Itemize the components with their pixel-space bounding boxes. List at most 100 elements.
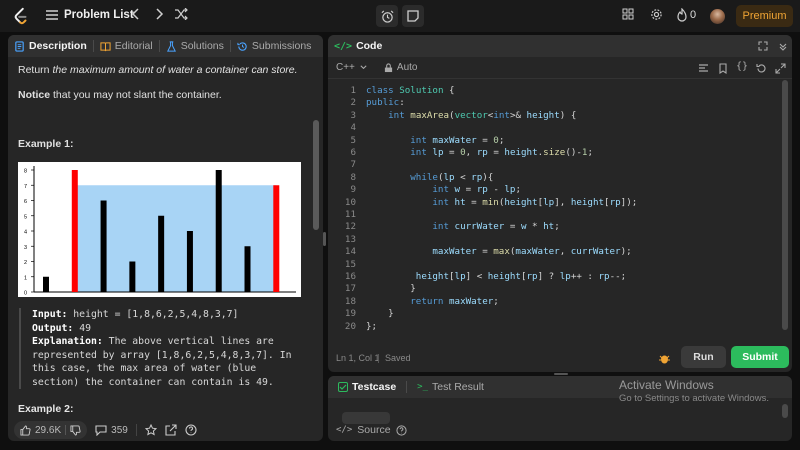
editor-scrollbar[interactable] [782,80,788,330]
code-line[interactable]: } [366,308,394,320]
source-link[interactable]: </> Source [336,424,407,436]
code-line[interactable]: return maxWater; [366,296,499,308]
code-line[interactable]: height[lp] < height[rp] ? lp++ : rp--; [366,271,626,283]
line-number: 15 [344,258,356,270]
line-number: 3 [350,109,356,121]
braces-icon[interactable]: {} [736,61,748,72]
code-line[interactable]: int lp = 0, rp = height.size()-1; [366,147,593,159]
code-line[interactable]: int maxArea(vector<int>& height) { [366,110,576,122]
example-1-chart: 0 1 2 3 4 5 6 7 8 [18,162,301,297]
tab-description[interactable]: Description [8,35,93,57]
input-value: height = [1,8,6,2,5,4,8,3,7] [67,309,239,320]
help-icon[interactable] [395,424,407,436]
book-icon [100,41,111,51]
return-prefix: Return [18,64,53,76]
star-icon[interactable] [144,424,157,436]
line-number: 6 [350,147,356,158]
fullscreen-icon[interactable] [758,41,768,51]
code-editor[interactable]: 1 class Solution {2 public: 3 int maxArea(v… [328,80,792,346]
bookmark-icon[interactable] [718,63,728,74]
thumbs-up-icon[interactable] [20,424,31,436]
cursor-position: Ln 1, Col 1 [336,353,380,363]
bar [186,231,193,292]
tab-divider [406,381,408,393]
code-panel-header: </> Code [328,35,792,57]
panel-splitter-horizontal[interactable] [554,373,568,375]
code-line[interactable]: }; [366,321,377,333]
footer-divider [135,424,137,436]
testcase-scrollbar[interactable] [782,404,788,418]
tab-editorial-label: Editorial [114,40,153,52]
description-scrollbar[interactable] [313,120,319,230]
line-number: 19 [344,308,356,320]
line-number: 18 [344,295,356,307]
code-line[interactable]: class Solution { [366,85,455,97]
bar [100,200,107,292]
code-line[interactable]: } [366,283,416,295]
leetcode-logo-icon[interactable] [12,7,30,25]
tab-submissions[interactable]: Submissions [231,35,318,57]
debug-beetle-icon[interactable] [658,352,671,365]
case-chip-placeholder [342,412,390,424]
user-avatar[interactable] [710,9,725,24]
tab-testcase[interactable]: Testcase [334,376,400,398]
code-line[interactable]: int currWater = w * ht; [366,221,559,233]
line-number: 8 [350,171,356,183]
problem-list-link[interactable]: Problem List [64,9,134,21]
grid-icon[interactable] [620,8,636,24]
line-number: 10 [344,196,356,208]
panel-splitter-vertical[interactable] [323,232,326,246]
expand-editor-icon[interactable] [775,63,786,74]
reset-icon[interactable] [756,63,767,74]
explanation-label: Explanation: [32,336,103,347]
line-number: 7 [350,159,356,171]
collapse-panel-icon[interactable] [778,41,788,51]
format-align-icon[interactable] [698,63,709,74]
code-line[interactable]: while(lp < rp){ [366,172,493,184]
help-icon[interactable] [185,424,197,436]
y-tick-label: 8 [24,169,27,175]
tab-test-result[interactable]: >_ Test Result [413,376,488,398]
status-divider [378,354,379,363]
code-panel: </> Code C++ Auto {} 1 class Solution {2 p… [328,35,792,372]
line-number: 20 [344,320,356,332]
line-number: 11 [344,209,356,220]
chevron-right-icon[interactable] [151,8,167,24]
thumbs-down-icon[interactable] [70,424,81,436]
list-icon[interactable] [44,8,60,24]
y-tick-label: 7 [24,184,27,190]
y-tick-label: 0 [24,291,27,297]
run-button[interactable]: Run [681,346,726,368]
lock-icon [384,62,393,72]
settings-gear-icon[interactable] [648,8,664,24]
share-icon[interactable] [165,424,177,436]
y-tick-label: 3 [24,245,27,251]
line-number: 13 [344,233,356,245]
line-number: 12 [344,221,356,233]
chevron-left-icon[interactable] [128,8,144,24]
source-code-icon: </> [336,425,353,435]
shuffle-icon[interactable] [173,7,189,24]
description-panel: Description Editorial Solutions Submissi… [8,35,323,441]
tab-test-result-label: Test Result [432,381,484,393]
line-number: 4 [350,122,356,134]
streak-flame-icon[interactable] [674,7,690,24]
comment-icon[interactable] [95,424,107,436]
description-tabs: Description Editorial Solutions Submissi… [8,35,323,57]
code-line[interactable]: maxWater = max(maxWater, currWater); [366,246,631,258]
tab-solutions[interactable]: Solutions [160,35,230,57]
line-number: 14 [344,246,356,258]
code-line[interactable]: int w = rp - lp; [366,184,521,196]
bar-highlight [273,185,280,292]
language-select[interactable]: C++ [336,62,368,73]
tab-editorial[interactable]: Editorial [94,35,159,57]
premium-button[interactable]: Premium [736,5,793,27]
notes-button[interactable] [402,5,424,27]
timer-button[interactable] [376,5,398,27]
auto-mode-toggle[interactable]: Auto [384,62,417,73]
submit-button[interactable]: Submit [731,346,789,368]
code-line[interactable]: int ht = min(height[lp], height[rp]); [366,197,637,209]
code-line[interactable]: int maxWater = 0; [366,135,504,147]
return-statement: Return the maximum amount of water a con… [18,63,303,78]
code-line[interactable]: public: [366,97,405,109]
